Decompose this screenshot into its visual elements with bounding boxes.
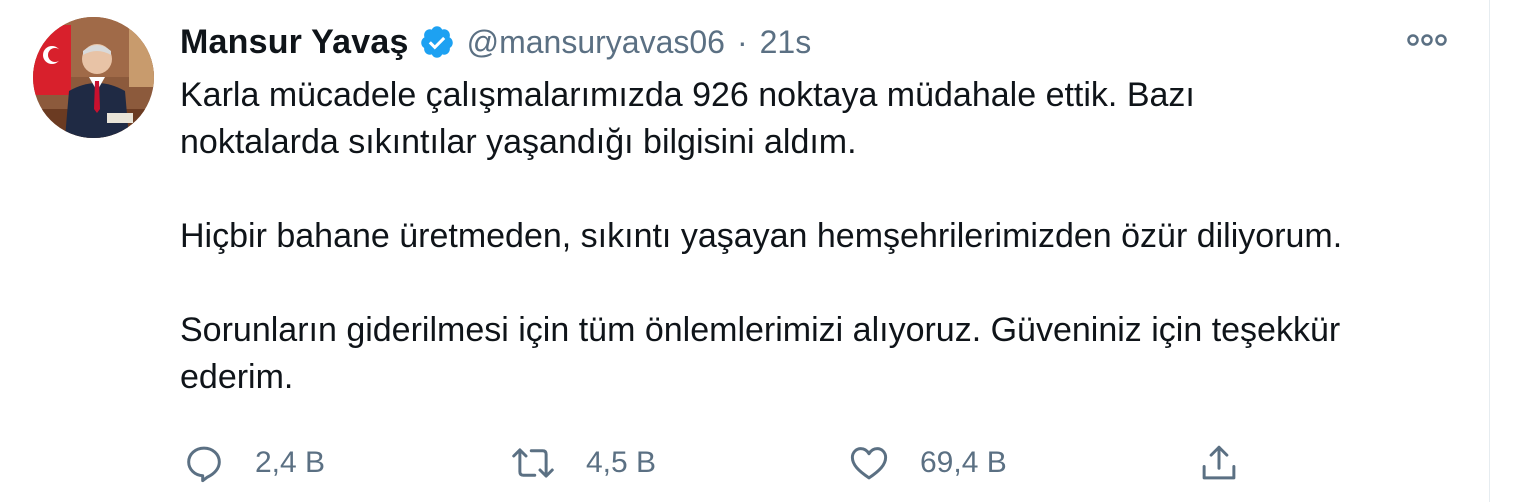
reply-count: 2,4 B [255, 446, 326, 479]
header-separator: · [736, 23, 748, 60]
tweet-text-line: noktalarda sıkıntılar yaşandığı bilgisin… [180, 123, 857, 161]
reply-button[interactable]: 2,4 B [183, 438, 325, 488]
tweet-text-line: Sorunların giderilmesi için tüm önlemler… [180, 311, 1341, 349]
tweet-actions: 2,4 B 4,5 B 69,4 B [180, 438, 1280, 488]
tweet-card[interactable]: Mansur Yavaş @mansuryavas06 · 21s Karla … [0, 0, 1524, 502]
display-name[interactable]: Mansur Yavaş [180, 23, 409, 62]
more-options-icon[interactable] [1405, 26, 1449, 54]
retweet-count: 4,5 B [586, 446, 657, 479]
heart-icon[interactable] [848, 442, 890, 484]
avatar[interactable] [33, 17, 154, 138]
timestamp[interactable]: 21s [760, 24, 812, 61]
user-handle[interactable]: @mansuryavas06 [467, 24, 725, 61]
tweet-text: Karla mücadele çalışmalarımızda 926 nokt… [180, 72, 1470, 401]
right-divider [1489, 0, 1490, 502]
verified-badge-icon [419, 24, 455, 60]
retweet-button[interactable]: 4,5 B [510, 438, 656, 488]
share-icon[interactable] [1198, 442, 1240, 484]
like-button[interactable]: 69,4 B [848, 438, 1007, 488]
retweet-icon[interactable] [510, 442, 556, 484]
share-button[interactable] [1198, 438, 1240, 488]
like-count: 69,4 B [920, 446, 1007, 479]
tweet-text-line: ederim. [180, 358, 294, 396]
avatar-photo [33, 17, 154, 138]
reply-icon[interactable] [183, 442, 225, 484]
tweet-text-line: Karla mücadele çalışmalarımızda 926 nokt… [180, 76, 1195, 114]
tweet-text-line: Hiçbir bahane üretmeden, sıkıntı yaşayan… [180, 217, 1343, 255]
tweet-header: Mansur Yavaş @mansuryavas06 · 21s [180, 20, 811, 64]
